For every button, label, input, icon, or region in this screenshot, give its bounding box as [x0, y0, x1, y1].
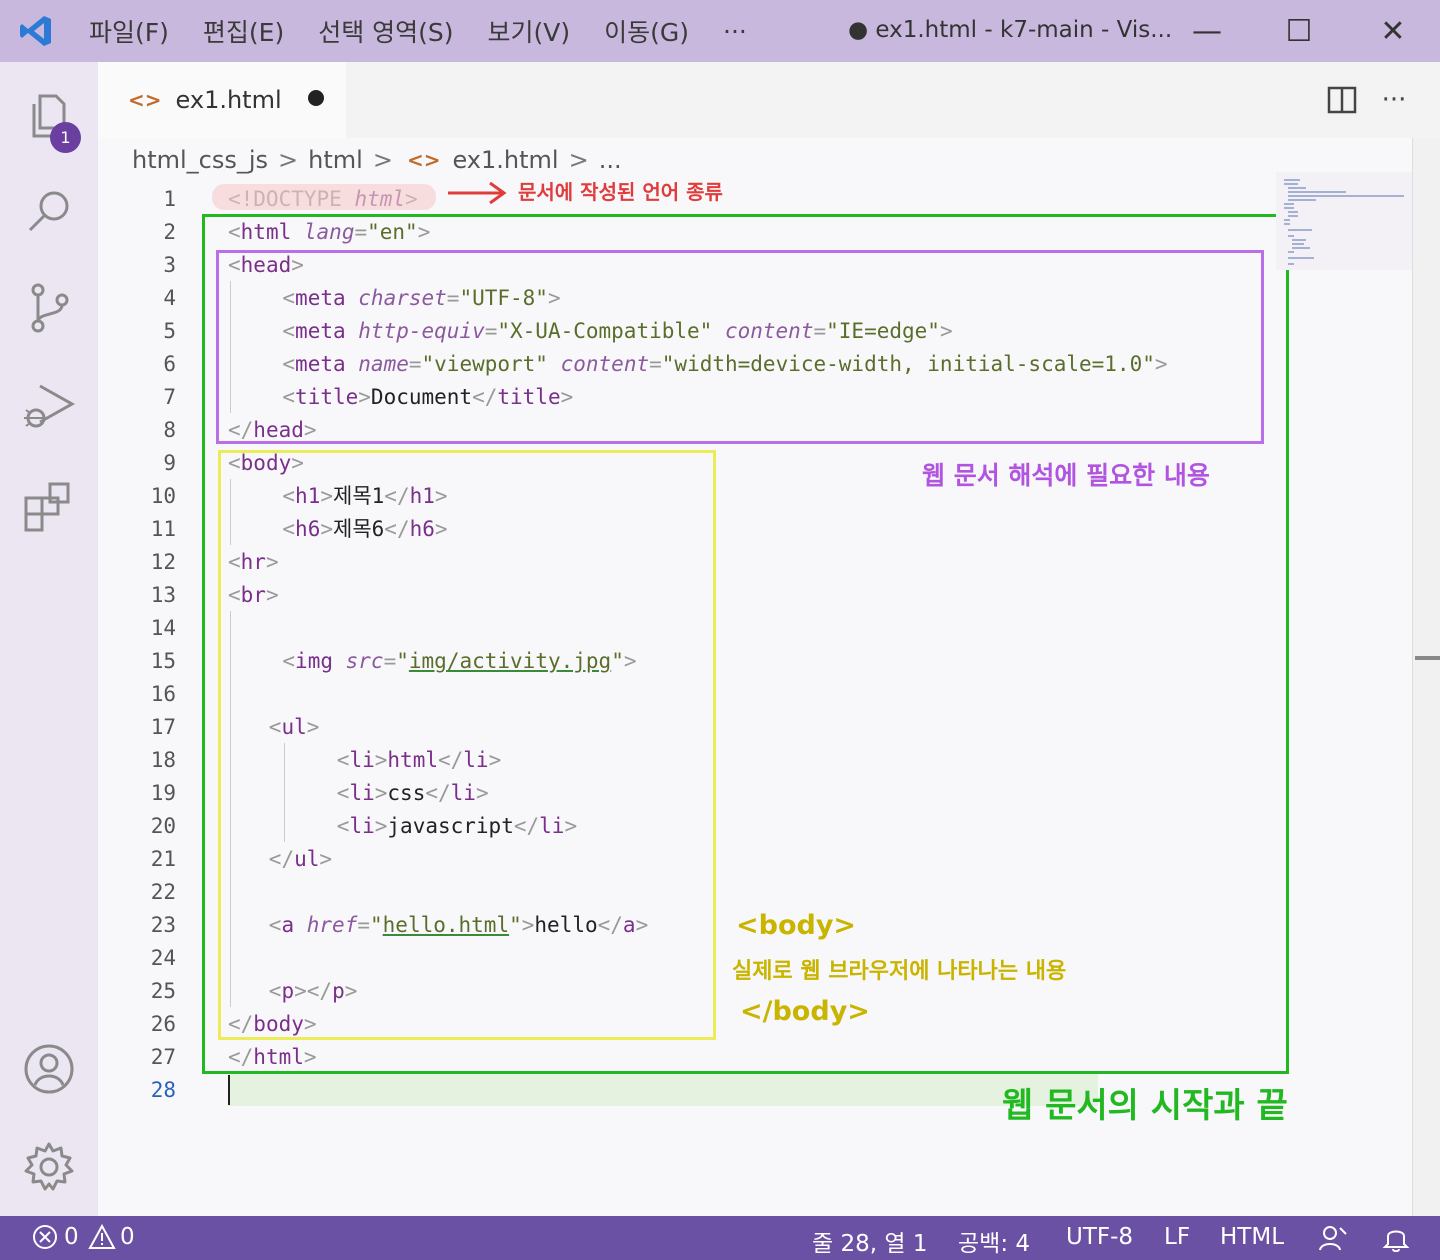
search-icon[interactable] — [0, 166, 98, 256]
breadcrumb-symbol[interactable]: ... — [599, 146, 622, 174]
minimize-button[interactable]: — — [1160, 0, 1254, 62]
indentation[interactable]: 공백: 4 — [958, 1224, 1030, 1258]
line-number: 8 — [163, 418, 176, 442]
body-close-annotation: </body> — [740, 996, 870, 1027]
line-number: 11 — [150, 517, 176, 541]
more-actions-icon[interactable]: ··· — [1374, 80, 1414, 120]
split-editor-icon[interactable] — [1322, 80, 1362, 120]
html-annotation: 웹 문서의 시작과 끝 — [1002, 1086, 1288, 1126]
end-of-line[interactable]: LF — [1164, 1224, 1190, 1250]
line-number: 26 — [150, 1012, 176, 1036]
menu-edit[interactable]: 편집(E) — [186, 13, 301, 49]
explorer-badge: 1 — [50, 122, 81, 153]
encoding[interactable]: UTF-8 — [1066, 1224, 1133, 1250]
menu-view[interactable]: 보기(V) — [471, 13, 588, 49]
body-annotation: 실제로 웹 브라우저에 나타나는 내용 — [732, 959, 1067, 984]
line-number: 9 — [163, 451, 176, 475]
errors-icon[interactable] — [32, 1224, 58, 1252]
line-number: 5 — [163, 319, 176, 343]
line-number: 21 — [150, 847, 176, 871]
menu-file[interactable]: 파일(F) — [72, 13, 186, 49]
head-outline-box — [216, 250, 1264, 444]
menu-selection[interactable]: 선택 영역(S) — [301, 13, 470, 49]
line-number: 28 — [150, 1078, 176, 1102]
line-number: 10 — [150, 484, 176, 508]
text-cursor — [228, 1075, 230, 1105]
source-control-icon[interactable] — [0, 264, 98, 354]
chevron-right-icon: > — [372, 146, 393, 174]
line-number: 23 — [150, 913, 176, 937]
error-count[interactable]: 0 — [64, 1224, 79, 1250]
line-number: 6 — [163, 352, 176, 376]
menu-more[interactable]: ··· — [706, 17, 764, 46]
explorer-icon[interactable]: 1 — [0, 72, 98, 162]
line-number: 7 — [163, 385, 176, 409]
vertical-scrollbar[interactable] — [1412, 138, 1440, 1216]
line-number: 1 — [163, 187, 176, 211]
line-number: 17 — [150, 715, 176, 739]
line-number: 15 — [150, 649, 176, 673]
tab-ex1-html[interactable]: <> ex1.html — [98, 62, 346, 138]
vscode-window: 파일(F) 편집(E) 선택 영역(S) 보기(V) 이동(G) ··· ● e… — [0, 0, 1440, 1260]
doctype-highlight — [212, 184, 436, 210]
tab-label: ex1.html — [175, 86, 282, 114]
notifications-bell-icon[interactable] — [1382, 1224, 1410, 1258]
line-number: 2 — [163, 220, 176, 244]
close-button[interactable]: ✕ — [1346, 0, 1440, 62]
line-number: 4 — [163, 286, 176, 310]
line-number: 3 — [163, 253, 176, 277]
line-number: 25 — [150, 979, 176, 1003]
menu-bar: 파일(F) 편집(E) 선택 영역(S) 보기(V) 이동(G) ··· — [72, 13, 764, 49]
menu-go[interactable]: 이동(G) — [587, 13, 706, 49]
breadcrumb-subfolder[interactable]: html — [308, 146, 363, 174]
vscode-logo-icon — [0, 0, 72, 62]
current-line-highlight — [228, 1073, 1098, 1106]
doctype-annotation: 문서에 작성된 언어 종류 — [518, 180, 723, 204]
breadcrumb: html_css_js > html > <> ex1.html > ... — [98, 138, 1440, 182]
line-number: 24 — [150, 946, 176, 970]
line-number: 19 — [150, 781, 176, 805]
line-number: 13 — [150, 583, 176, 607]
html-file-icon: <> — [406, 148, 441, 172]
red-arrow-icon — [448, 181, 507, 205]
breadcrumb-folder[interactable]: html_css_js — [132, 146, 268, 174]
chevron-right-icon: > — [278, 146, 299, 174]
head-annotation: 웹 문서 해석에 필요한 내용 — [922, 461, 1210, 490]
minimap[interactable] — [1276, 172, 1412, 270]
title-bar: 파일(F) 편집(E) 선택 영역(S) 보기(V) 이동(G) ··· ● e… — [0, 0, 1440, 62]
line-number: 16 — [150, 682, 176, 706]
line-number: 22 — [150, 880, 176, 904]
line-number: 12 — [150, 550, 176, 574]
line-number: 27 — [150, 1045, 176, 1069]
language-mode[interactable]: HTML — [1220, 1224, 1284, 1250]
line-number: 18 — [150, 748, 176, 772]
breadcrumb-file[interactable]: ex1.html — [452, 146, 558, 174]
settings-gear-icon[interactable] — [0, 1122, 98, 1212]
line-number: 14 — [150, 616, 176, 640]
html-file-icon: <> — [128, 88, 162, 112]
chevron-right-icon: > — [568, 146, 589, 174]
run-debug-icon[interactable] — [0, 362, 98, 452]
account-icon[interactable] — [0, 1024, 98, 1114]
unsaved-dot-icon[interactable] — [308, 90, 324, 106]
line-number: 20 — [150, 814, 176, 838]
window-title: ● ex1.html - k7-main - Vis... — [848, 17, 1173, 43]
warning-icon[interactable] — [88, 1223, 116, 1252]
scroll-position-marker — [1415, 656, 1440, 660]
activity-bar: 1 — [0, 62, 98, 1216]
cursor-position[interactable]: 줄 28, 열 1 — [812, 1224, 927, 1258]
feedback-icon[interactable] — [1318, 1224, 1348, 1258]
body-outline-box — [218, 450, 716, 1040]
extensions-icon[interactable] — [0, 462, 98, 552]
status-bar: 0 0 줄 28, 열 1 공백: 4 UTF-8 LF HTML — [0, 1216, 1440, 1260]
warning-count[interactable]: 0 — [120, 1224, 135, 1250]
body-open-annotation: <body> — [736, 910, 857, 941]
tab-bar: <> ex1.html ··· — [98, 62, 1440, 138]
maximize-button[interactable]: ☐ — [1252, 0, 1346, 62]
